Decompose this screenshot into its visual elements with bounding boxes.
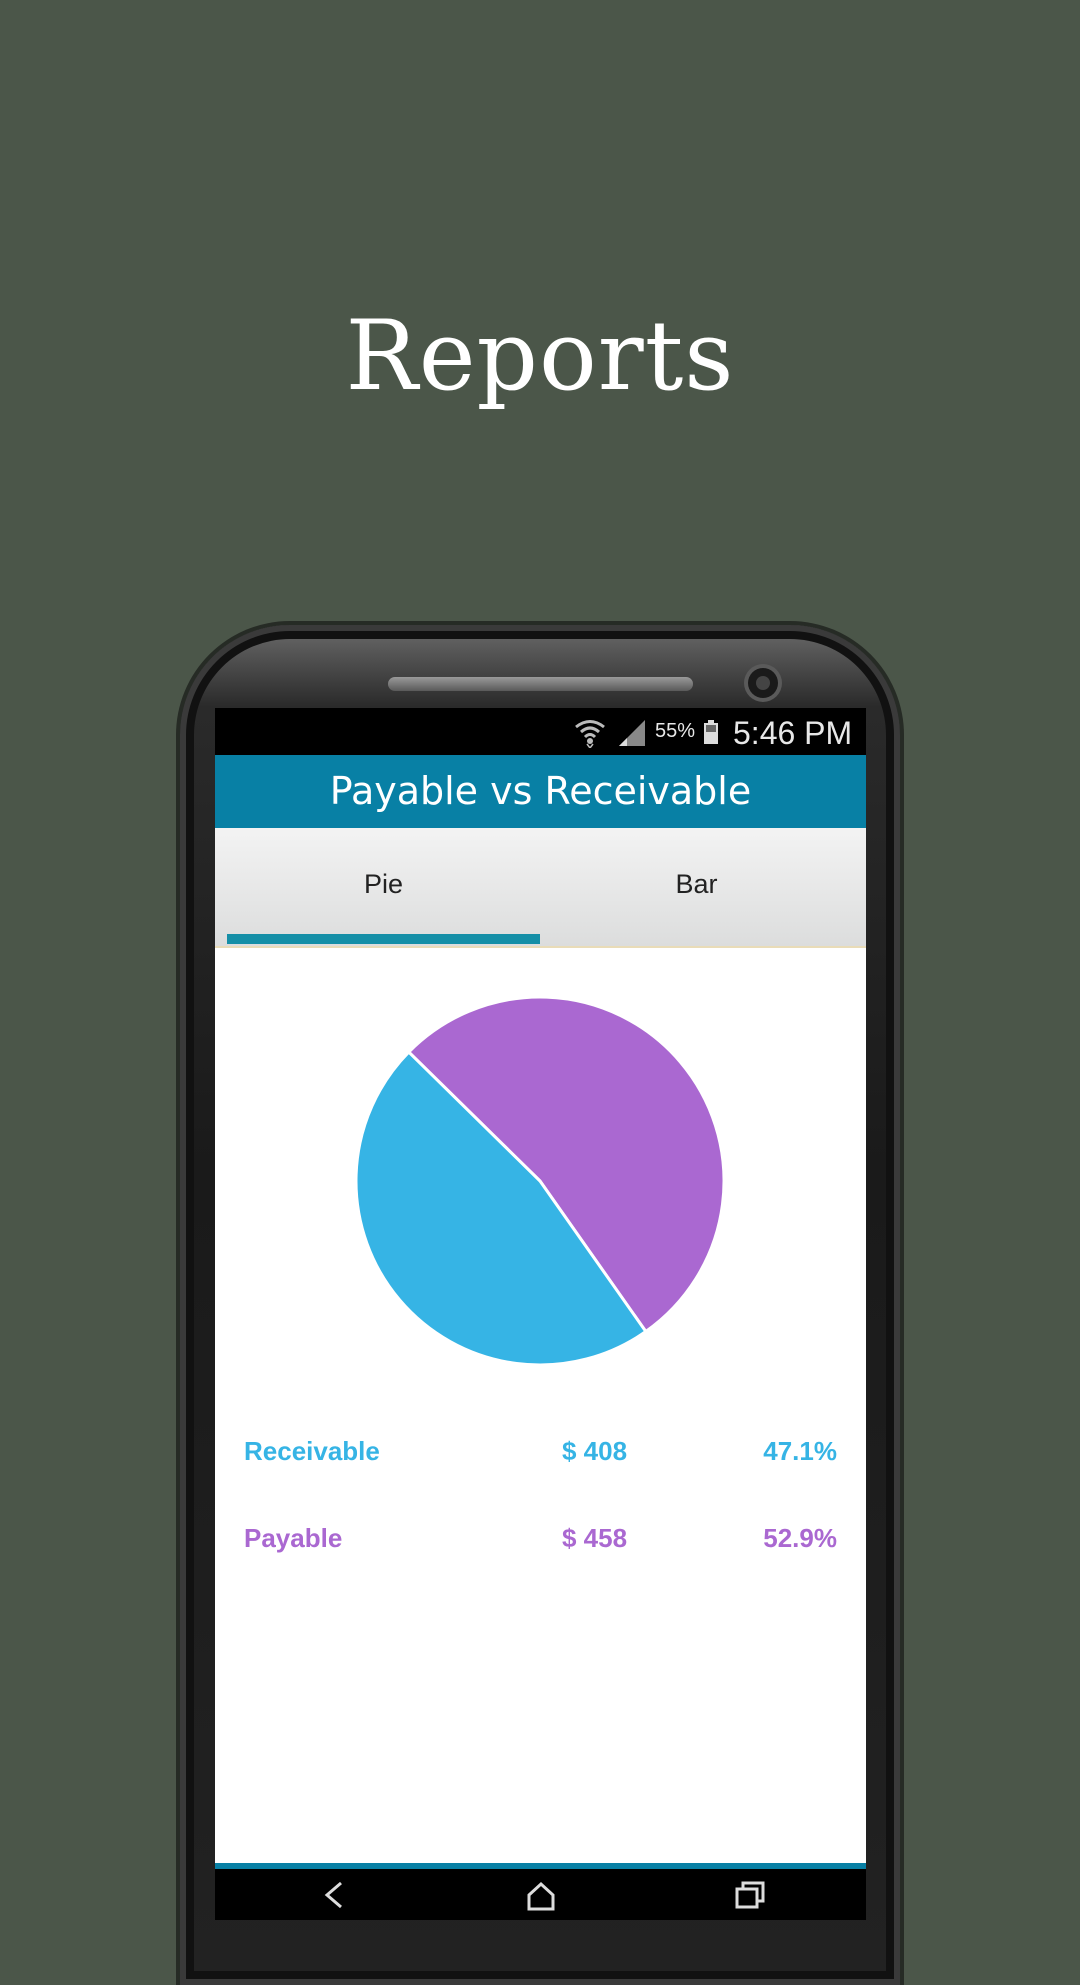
- recent-apps-icon[interactable]: [730, 1875, 770, 1915]
- app-bar: Payable vs Receivable: [215, 755, 866, 828]
- phone-screen: 55% 5:46 PM Payable vs Receivable Pie Ba…: [215, 708, 866, 1920]
- legend-percent: 52.9%: [763, 1523, 837, 1553]
- home-icon[interactable]: [521, 1875, 561, 1915]
- pie-chart-area: [215, 948, 866, 1408]
- tab-bar: Pie Bar: [215, 828, 866, 948]
- battery-icon: [704, 720, 718, 744]
- navigation-bar: [215, 1869, 866, 1920]
- phone-camera: [748, 668, 778, 698]
- promo-title: Reports: [345, 300, 735, 412]
- battery-percent: 55%: [655, 720, 696, 742]
- legend-name: Payable: [244, 1523, 343, 1553]
- tab-pie[interactable]: Pie: [227, 828, 540, 946]
- wifi-icon: [575, 720, 605, 748]
- legend-percent: 47.1%: [763, 1436, 837, 1466]
- legend-name: Receivable: [244, 1436, 380, 1466]
- legend-row-payable: Payable $ 458 52.9%: [215, 1523, 866, 1563]
- pie-chart: [354, 995, 726, 1367]
- phone-speaker: [388, 677, 693, 691]
- status-time: 5:46 PM: [733, 715, 853, 751]
- legend-amount: $ 408: [562, 1436, 628, 1466]
- app-title: Payable vs Receivable: [329, 769, 752, 813]
- tab-bar-chart[interactable]: Bar: [540, 828, 853, 946]
- legend-row-receivable: Receivable $ 408 47.1%: [215, 1436, 866, 1476]
- legend-amount: $ 458: [562, 1523, 628, 1553]
- tab-selected-indicator: [227, 934, 540, 944]
- status-bar: 55% 5:46 PM: [215, 708, 866, 755]
- signal-icon: [619, 720, 645, 746]
- back-icon[interactable]: [315, 1875, 355, 1915]
